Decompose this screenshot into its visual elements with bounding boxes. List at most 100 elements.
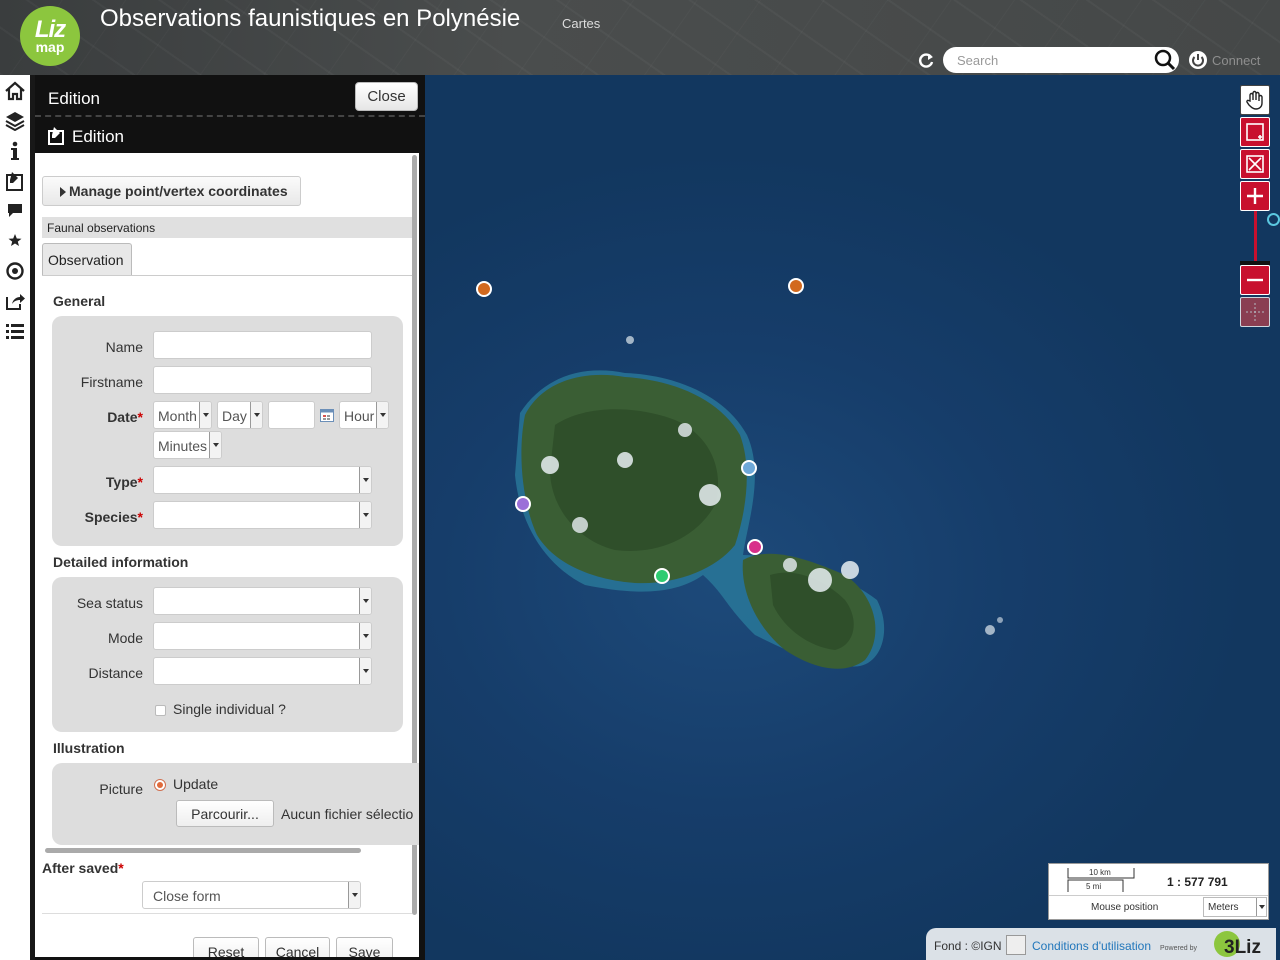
save-button[interactable]: Save <box>336 937 393 957</box>
measure-icon[interactable] <box>1240 297 1270 327</box>
zoom-extent-icon[interactable] <box>1240 149 1270 179</box>
form-horizontal-scrollbar[interactable] <box>45 848 361 853</box>
scale-ratio: 1 : 577 791 <box>1167 875 1228 889</box>
required-mark: * <box>137 409 143 425</box>
powered-by-label: Powered by <box>1160 945 1197 952</box>
mode-label: Mode <box>107 630 143 646</box>
after-saved-value: Close form <box>153 888 221 904</box>
update-radio[interactable] <box>154 779 166 791</box>
scale-mi-label: 5 mi <box>1086 882 1102 891</box>
tab-strip: Observation <box>42 238 412 276</box>
month-select[interactable]: Month <box>153 401 212 429</box>
refresh-icon[interactable] <box>916 51 936 71</box>
chevron-down-icon <box>359 502 371 528</box>
connect-button[interactable]: Connect <box>1188 50 1260 70</box>
chevron-right-icon <box>60 187 66 197</box>
edition-icon[interactable] <box>3 169 27 193</box>
pan-hand-icon[interactable] <box>1240 85 1270 115</box>
day-select[interactable]: Day <box>217 401 263 429</box>
manage-coordinates-button[interactable]: Manage point/vertex coordinates <box>42 176 301 206</box>
after-saved-label: After saved* <box>42 860 124 876</box>
layer-name: Faunal observations <box>42 217 412 238</box>
terms-link[interactable]: Conditions d'utilisation <box>1032 939 1151 953</box>
chevron-down-icon <box>359 623 371 649</box>
name-label: Name <box>105 339 143 355</box>
browse-button[interactable]: Parcourir... <box>176 800 274 827</box>
panel-subheader: Edition <box>35 119 425 153</box>
mode-select[interactable] <box>153 622 372 650</box>
observation-point[interactable] <box>654 568 670 584</box>
ign-logo-icon <box>1006 935 1026 955</box>
panel-subtitle: Edition <box>72 127 124 146</box>
zoom-in-icon[interactable] <box>1240 181 1270 211</box>
species-select[interactable] <box>153 501 372 529</box>
satellite-imagery <box>515 336 1003 669</box>
edition-icon <box>48 127 64 145</box>
required-mark: * <box>118 860 124 876</box>
edition-panel: Edition Close Edition Manage point/verte… <box>30 75 425 960</box>
zoom-box-icon[interactable] <box>1240 117 1270 147</box>
chevron-down-icon <box>348 882 360 908</box>
single-individual-checkbox[interactable] <box>155 705 166 716</box>
observation-point[interactable] <box>741 460 757 476</box>
required-mark: * <box>137 509 143 525</box>
star-icon[interactable] <box>3 228 27 252</box>
sea-status-select[interactable] <box>153 587 372 615</box>
sea-status-label: Sea status <box>76 595 143 611</box>
date-label-text: Date <box>107 409 138 425</box>
observation-point[interactable] <box>747 539 763 555</box>
type-label: Type* <box>35 474 143 490</box>
home-icon[interactable] <box>3 79 27 103</box>
name-field[interactable] <box>153 331 372 359</box>
logo-line2: map <box>35 39 65 55</box>
minutes-select[interactable]: Minutes <box>153 431 222 459</box>
firstname-field[interactable] <box>153 366 372 394</box>
date-label: Date* <box>35 409 143 425</box>
after-saved-select[interactable]: Close form <box>142 881 361 909</box>
share-icon[interactable] <box>3 289 27 313</box>
type-select[interactable] <box>153 466 372 494</box>
type-label-text: Type <box>105 474 138 490</box>
search-icon[interactable] <box>1153 48 1177 72</box>
minutes-select-value: Minutes <box>158 438 208 454</box>
zoom-level-indicator[interactable] <box>1267 213 1280 226</box>
zoom-out-icon[interactable] <box>1240 265 1270 295</box>
manage-coordinates-label: Manage point/vertex coordinates <box>69 183 288 199</box>
firstname-label: Firstname <box>80 374 143 390</box>
distance-label: Distance <box>88 665 143 681</box>
zoom-slider[interactable] <box>1254 211 1257 265</box>
lizmap-logo[interactable]: Liz map <box>20 6 80 66</box>
target-icon[interactable] <box>3 259 27 283</box>
chevron-down-icon <box>376 402 388 428</box>
single-individual-label: Single individual ? <box>173 701 286 717</box>
unit-select[interactable]: Meters <box>1203 897 1267 917</box>
chevron-down-icon <box>359 588 371 614</box>
required-mark: * <box>137 474 143 490</box>
layers-icon[interactable] <box>3 108 27 132</box>
year-field[interactable] <box>268 401 315 429</box>
distance-select[interactable] <box>153 657 372 685</box>
page-title: Observations faunistiques en Polynésie <box>100 5 521 32</box>
attribution-fond: Fond : ©IGN <box>934 939 1002 953</box>
observation-point[interactable] <box>788 278 804 294</box>
search-input[interactable] <box>955 50 1145 70</box>
reset-button[interactable]: Reset <box>193 937 259 957</box>
tab-observation[interactable]: Observation <box>42 243 132 275</box>
map-view[interactable] <box>425 75 1280 960</box>
observation-point[interactable] <box>476 281 492 297</box>
chevron-down-icon <box>359 658 371 684</box>
update-label: Update <box>173 776 219 792</box>
observation-point[interactable] <box>515 496 531 512</box>
edition-form: Manage point/vertex coordinates Faunal o… <box>35 153 419 957</box>
list-icon[interactable] <box>3 319 27 343</box>
divider <box>42 913 412 914</box>
close-button[interactable]: Close <box>355 82 418 111</box>
mouse-position-label: Mouse position <box>1091 902 1159 913</box>
cancel-button[interactable]: Cancel <box>265 937 330 957</box>
comment-icon[interactable] <box>3 198 27 222</box>
header-bar: Liz map Observations faunistiques en Pol… <box>0 0 1280 75</box>
calendar-icon[interactable] <box>320 408 334 422</box>
info-icon[interactable] <box>3 139 27 163</box>
scale-box: 10 km 5 mi 1 : 577 791 Mouse position Me… <box>1048 863 1269 920</box>
hour-select[interactable]: Hour <box>339 401 389 429</box>
